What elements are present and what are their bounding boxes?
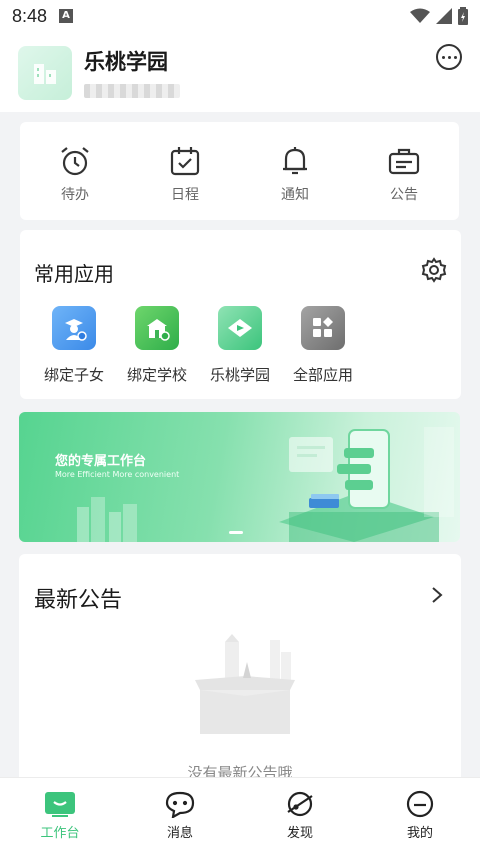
banner-title: 您的专属工作台 xyxy=(55,454,147,469)
common-apps-title: 常用应用 xyxy=(34,262,114,286)
settings-gear-icon[interactable] xyxy=(421,257,447,283)
dot-icon xyxy=(441,55,445,59)
chat-bubble-icon xyxy=(165,791,195,818)
tab-profile[interactable]: 我的 xyxy=(360,778,480,853)
workbench-banner[interactable]: 您的专属工作台 More Efficient More convenient xyxy=(19,412,460,542)
org-logo[interactable] xyxy=(18,46,72,100)
latest-notice-title: 最新公告 xyxy=(34,588,123,613)
status-time: 8:48 xyxy=(12,5,48,26)
app-letao[interactable]: 乐桃学园 xyxy=(200,306,280,385)
bind-child-icon xyxy=(52,306,96,350)
tab-label: 发现 xyxy=(286,826,313,841)
notification-icon: A xyxy=(59,9,74,23)
banner-subtitle: More Efficient More convenient xyxy=(55,470,180,479)
org-header: 乐桃学园 xyxy=(0,32,480,112)
app-label: 绑定子女 xyxy=(43,366,104,384)
tab-workbench[interactable]: 工作台 xyxy=(0,778,120,853)
app-bind-child[interactable]: 绑定子女 xyxy=(34,306,114,385)
alarm-clock-icon xyxy=(61,147,89,176)
app-label: 绑定学校 xyxy=(126,366,187,384)
quick-action-label: 通知 xyxy=(281,187,309,203)
tab-discover[interactable]: 发现 xyxy=(240,778,360,853)
planet-icon xyxy=(287,791,313,817)
latest-notice-card: 最新公告 没有最新公告哦 xyxy=(19,554,461,794)
dot-icon xyxy=(453,55,457,59)
ticket-icon xyxy=(388,148,420,175)
org-subtitle-redacted xyxy=(84,84,180,98)
quick-action-label: 公告 xyxy=(390,187,418,203)
quick-action-label: 日程 xyxy=(171,187,199,203)
signal-icon xyxy=(436,8,452,24)
bell-icon xyxy=(283,147,307,175)
profile-icon xyxy=(406,790,434,818)
calendar-check-icon xyxy=(170,147,200,176)
building-icon xyxy=(34,64,56,84)
letao-logo-icon xyxy=(218,306,262,350)
common-apps-card: 常用应用 绑定子女 绑定学校 乐桃学园 全部应用 xyxy=(20,230,461,399)
bottom-tab-bar: 工作台 消息 发现 我的 xyxy=(0,777,480,853)
quick-action-announcement[interactable]: 公告 xyxy=(349,122,459,220)
app-label: 乐桃学园 xyxy=(209,366,270,384)
status-bar: 8:48 A xyxy=(0,0,480,32)
bind-school-icon xyxy=(135,306,179,350)
app-bind-school[interactable]: 绑定学校 xyxy=(117,306,197,385)
carousel-indicator xyxy=(229,531,243,534)
app-label: 全部应用 xyxy=(292,366,353,384)
quick-action-todo[interactable]: 待办 xyxy=(20,122,130,220)
quick-action-notify[interactable]: 通知 xyxy=(240,122,350,220)
empty-box-icon xyxy=(195,634,295,734)
more-options-button[interactable] xyxy=(436,44,462,70)
dot-icon xyxy=(447,55,451,59)
quick-action-label: 待办 xyxy=(61,187,89,203)
wifi-icon xyxy=(410,8,430,23)
all-apps-icon xyxy=(301,306,345,350)
quick-actions-card: 待办 日程 通知 公告 xyxy=(20,122,459,220)
app-all[interactable]: 全部应用 xyxy=(283,306,363,385)
quick-action-schedule[interactable]: 日程 xyxy=(130,122,240,220)
tab-label: 我的 xyxy=(406,826,433,841)
tab-label: 消息 xyxy=(166,826,193,841)
workbench-icon xyxy=(45,792,75,817)
battery-icon xyxy=(458,7,468,25)
tab-label: 工作台 xyxy=(40,826,80,841)
org-name: 乐桃学园 xyxy=(84,50,168,74)
chevron-right-icon[interactable] xyxy=(431,586,443,604)
tab-messages[interactable]: 消息 xyxy=(120,778,240,853)
